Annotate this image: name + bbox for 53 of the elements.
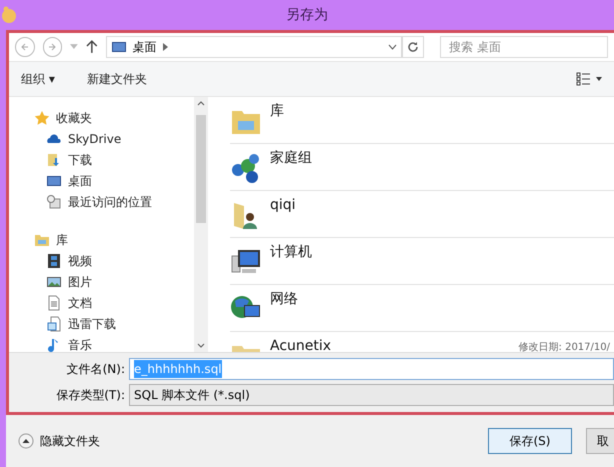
sidebar-item[interactable]: 迅雷下载 [68,314,116,332]
filetype-label: 保存类型(T): [55,387,126,404]
item-name[interactable]: qiqi [270,195,296,216]
film-icon [46,252,62,268]
address-bar[interactable]: 桌面 [106,36,402,58]
cancel-button[interactable]: 取 [586,428,614,454]
filetype-dropdown[interactable]: SQL 脚本文件 (*.sql) [129,384,614,406]
sidebar-item[interactable]: 文档 [68,294,92,312]
view-options-icon[interactable] [576,72,602,86]
sidebar-item[interactable]: 最近访问的位置 [68,192,152,210]
item-detail: 修改日期: 2017/10/ [518,340,610,352]
sidebar-item[interactable]: 图片 [68,272,92,290]
item-name[interactable]: 网络 [270,289,298,310]
app-icon [0,6,18,24]
sidebar-item[interactable]: 收藏夹 [56,108,92,126]
item-name[interactable]: 库 [270,101,284,122]
new-folder-button[interactable]: 新建文件夹 [86,70,147,88]
filename-value: e_hhhhhhh.sql [134,360,222,378]
item-name[interactable]: 计算机 [270,242,312,263]
save-button[interactable]: 保存(S) [488,428,572,454]
scrollbar[interactable] [194,97,208,352]
desktop-icon [110,39,127,55]
search-field[interactable]: 搜索 桌面 [440,36,608,58]
sidebar-item[interactable]: SkyDrive [68,130,122,148]
refresh-button[interactable] [402,36,424,58]
up-arrow-icon[interactable] [86,40,98,54]
star-icon [34,110,50,126]
sidebar-item[interactable]: 下载 [68,150,92,168]
sidebar-item[interactable]: 库 [56,230,68,248]
document-icon [46,316,62,332]
back-arrow-icon [20,42,30,52]
scroll-up-icon[interactable] [197,101,205,106]
homegroup-icon [230,152,262,184]
scroll-down-icon[interactable] [197,343,205,348]
filename-label: 文件名(N): [66,361,126,378]
window-title: 另存为 [286,6,328,24]
organize-button[interactable]: 组织 ▾ [21,70,55,88]
dropdown-caret-icon[interactable] [388,44,398,50]
hide-folders-button[interactable]: 隐藏文件夹 [18,432,100,450]
breadcrumb-arrow-icon[interactable] [162,43,168,51]
filetype-value: SQL 脚本文件 (*.sql) [134,387,250,404]
download-folder-icon [46,152,62,168]
document-icon [46,294,62,310]
item-name[interactable]: Acunetix [270,336,332,352]
collapse-icon [18,433,34,449]
refresh-icon [407,41,420,53]
item-name[interactable]: 家庭组 [270,148,312,169]
sidebar-item[interactable]: 音乐 [68,336,92,352]
location-text: 桌面 [132,39,157,56]
forward-arrow-icon [47,42,58,52]
sidebar-item[interactable]: 视频 [68,252,92,270]
recent-places-icon [46,194,62,210]
sidebar-item[interactable]: 桌面 [68,172,92,190]
